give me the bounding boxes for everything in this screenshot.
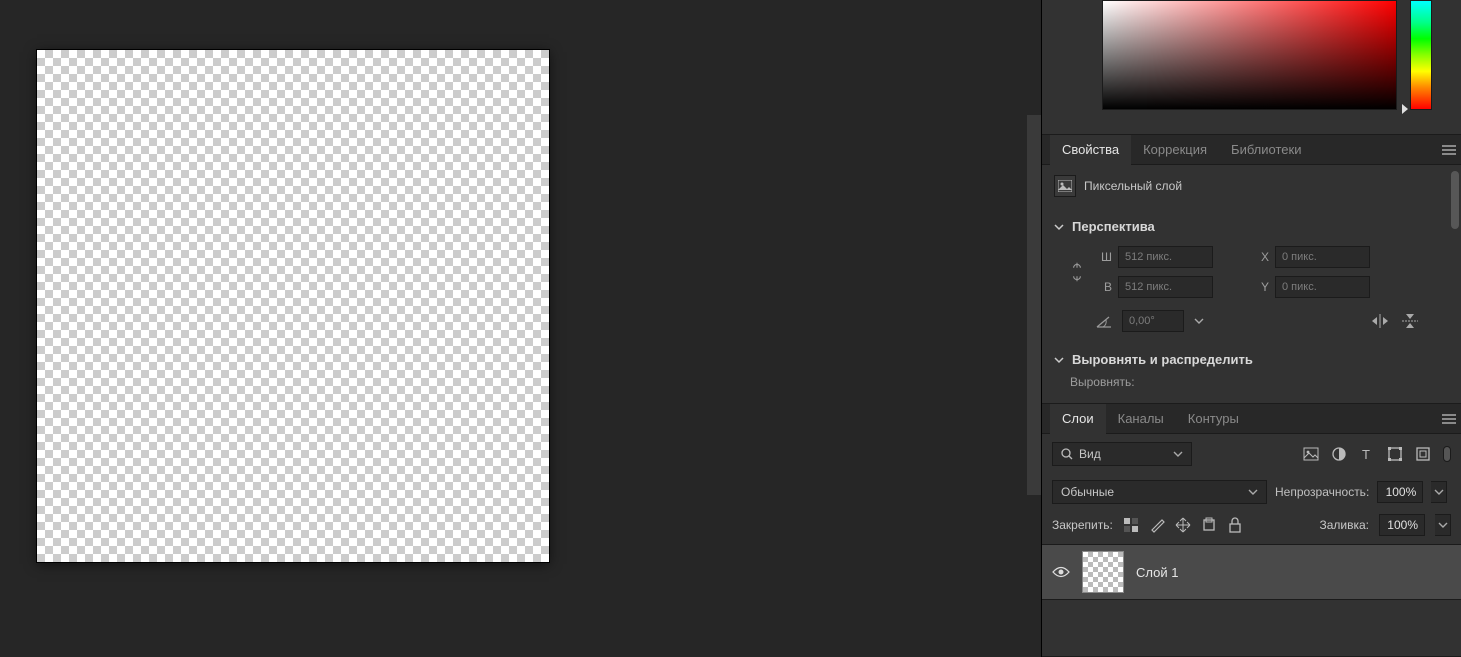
width-label: Ш	[1096, 250, 1118, 264]
flip-horizontal-icon[interactable]	[1371, 313, 1389, 329]
width-field[interactable]: 512 пикс.	[1118, 246, 1213, 268]
tab-layers[interactable]: Слои	[1050, 404, 1106, 434]
color-saturation-field[interactable]	[1102, 0, 1397, 110]
x-label: X	[1253, 250, 1275, 264]
properties-panel: Свойства Коррекция Библиотеки Пиксельный…	[1042, 135, 1461, 404]
layers-panel: Слои Каналы Контуры Вид T	[1042, 404, 1461, 657]
link-dimensions-icon[interactable]	[1070, 261, 1084, 283]
chevron-down-icon	[1054, 355, 1064, 365]
transform-grid: Ш 512 пикс. X 0 пикс. В 512 пикс. Y 0 пи…	[1042, 242, 1461, 310]
lock-artboard-icon[interactable]	[1201, 517, 1217, 533]
lock-position-icon[interactable]	[1175, 517, 1191, 533]
panel-menu-icon[interactable]	[1437, 404, 1461, 434]
document-canvas[interactable]	[37, 50, 549, 562]
search-icon	[1061, 448, 1073, 460]
angle-dropdown-icon[interactable]	[1194, 317, 1204, 325]
y-field[interactable]: 0 пикс.	[1275, 276, 1370, 298]
pixel-layer-icon	[1054, 175, 1076, 197]
layer-filter-select[interactable]: Вид	[1052, 442, 1192, 466]
angle-field[interactable]: 0,00°	[1122, 310, 1184, 332]
layer-list: Слой 1	[1042, 544, 1461, 656]
fill-dropdown[interactable]	[1435, 514, 1451, 536]
visibility-toggle-icon[interactable]	[1052, 565, 1070, 579]
transform-section-title: Перспектива	[1072, 219, 1155, 234]
height-label: В	[1096, 280, 1118, 294]
flip-vertical-icon[interactable]	[1401, 313, 1419, 329]
tab-properties[interactable]: Свойства	[1050, 135, 1131, 165]
lock-brush-icon[interactable]	[1149, 517, 1165, 533]
right-panels: Свойства Коррекция Библиотеки Пиксельный…	[1041, 0, 1461, 657]
hue-slider[interactable]	[1410, 0, 1432, 110]
align-label: Выровнять:	[1070, 375, 1135, 389]
chevron-down-icon	[1248, 488, 1258, 496]
filter-toggle-switch[interactable]	[1443, 446, 1451, 462]
lock-label: Закрепить:	[1052, 518, 1113, 532]
y-label: Y	[1253, 280, 1275, 294]
opacity-field[interactable]: 100%	[1377, 481, 1423, 503]
vertical-scrollbar[interactable]	[1027, 115, 1041, 495]
color-picker-panel	[1042, 0, 1461, 135]
layer-item[interactable]: Слой 1	[1042, 544, 1461, 600]
svg-text:T: T	[1362, 447, 1370, 462]
filter-adjustment-icon[interactable]	[1331, 446, 1347, 462]
lock-transparency-icon[interactable]	[1123, 517, 1139, 533]
tab-channels[interactable]: Каналы	[1106, 404, 1176, 434]
lock-all-icon[interactable]	[1227, 517, 1243, 533]
angle-icon	[1096, 314, 1112, 328]
tab-libraries[interactable]: Библиотеки	[1219, 135, 1313, 165]
chevron-down-icon	[1054, 222, 1064, 232]
layer-name-label[interactable]: Слой 1	[1136, 565, 1178, 580]
properties-scrollbar[interactable]	[1451, 171, 1459, 229]
transform-section-header[interactable]: Перспектива	[1042, 211, 1461, 242]
blend-mode-select[interactable]: Обычные	[1052, 480, 1267, 504]
layers-tab-bar: Слои Каналы Контуры	[1042, 404, 1461, 434]
height-field[interactable]: 512 пикс.	[1118, 276, 1213, 298]
filter-pixel-icon[interactable]	[1303, 446, 1319, 462]
opacity-label: Непрозрачность:	[1275, 485, 1369, 499]
panel-menu-icon[interactable]	[1437, 135, 1461, 165]
filter-smartobject-icon[interactable]	[1415, 446, 1431, 462]
blend-mode-value: Обычные	[1061, 485, 1114, 499]
filter-shape-icon[interactable]	[1387, 446, 1403, 462]
chevron-down-icon	[1173, 450, 1183, 458]
canvas-area[interactable]	[0, 0, 1041, 657]
filter-kind-label: Вид	[1079, 447, 1101, 461]
layer-thumbnail[interactable]	[1082, 551, 1124, 593]
layer-type-label: Пиксельный слой	[1084, 179, 1182, 193]
align-section-title: Выровнять и распределить	[1072, 352, 1253, 367]
opacity-dropdown[interactable]	[1431, 481, 1447, 503]
filter-type-icon[interactable]: T	[1359, 446, 1375, 462]
fill-label: Заливка:	[1319, 518, 1369, 532]
x-field[interactable]: 0 пикс.	[1275, 246, 1370, 268]
tab-paths[interactable]: Контуры	[1176, 404, 1251, 434]
align-section-header[interactable]: Выровнять и распределить	[1042, 344, 1461, 375]
hue-marker-icon	[1402, 104, 1408, 114]
tab-adjustments[interactable]: Коррекция	[1131, 135, 1219, 165]
properties-tab-bar: Свойства Коррекция Библиотеки	[1042, 135, 1461, 165]
fill-field[interactable]: 100%	[1379, 514, 1425, 536]
